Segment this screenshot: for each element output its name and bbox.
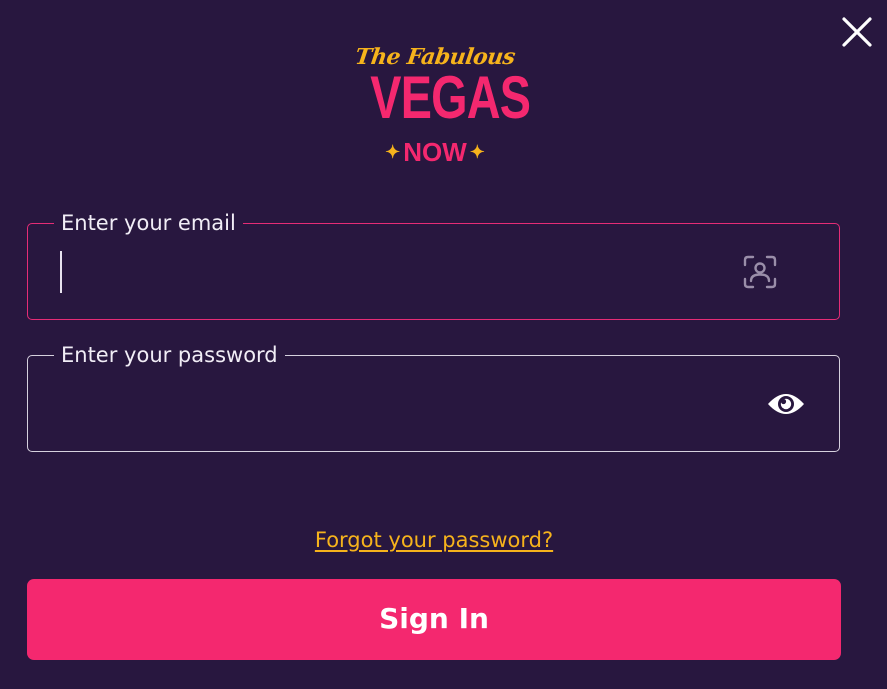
- sign-in-button[interactable]: Sign In: [27, 579, 841, 660]
- sign-in-button-label: Sign In: [379, 602, 489, 635]
- face-scan-icon: [743, 255, 777, 289]
- password-field[interactable]: Enter your password: [27, 340, 840, 452]
- close-button[interactable]: [839, 14, 875, 50]
- logo-sub-text: NOW: [403, 137, 467, 167]
- star-icon: ✦: [385, 142, 401, 162]
- star-icon: ✦: [469, 142, 485, 162]
- email-input[interactable]: [54, 248, 726, 296]
- show-password-toggle[interactable]: [766, 384, 806, 424]
- logo-sub-line: ✦ NOW ✦: [352, 137, 518, 167]
- close-icon: [842, 17, 872, 47]
- email-field-label: Enter your email: [54, 208, 243, 238]
- password-input[interactable]: [54, 380, 726, 428]
- logo-main-text: VEGAS: [370, 64, 531, 131]
- password-field-label: Enter your password: [54, 340, 285, 370]
- text-cursor: [60, 251, 62, 293]
- brand-logo: The Fabulous VEGAS ✦ NOW ✦: [352, 40, 531, 170]
- eye-icon: [768, 394, 804, 414]
- forgot-password-link[interactable]: Forgot your password?: [0, 525, 868, 555]
- email-field[interactable]: Enter your email: [27, 208, 840, 320]
- face-scan-button[interactable]: [740, 252, 780, 292]
